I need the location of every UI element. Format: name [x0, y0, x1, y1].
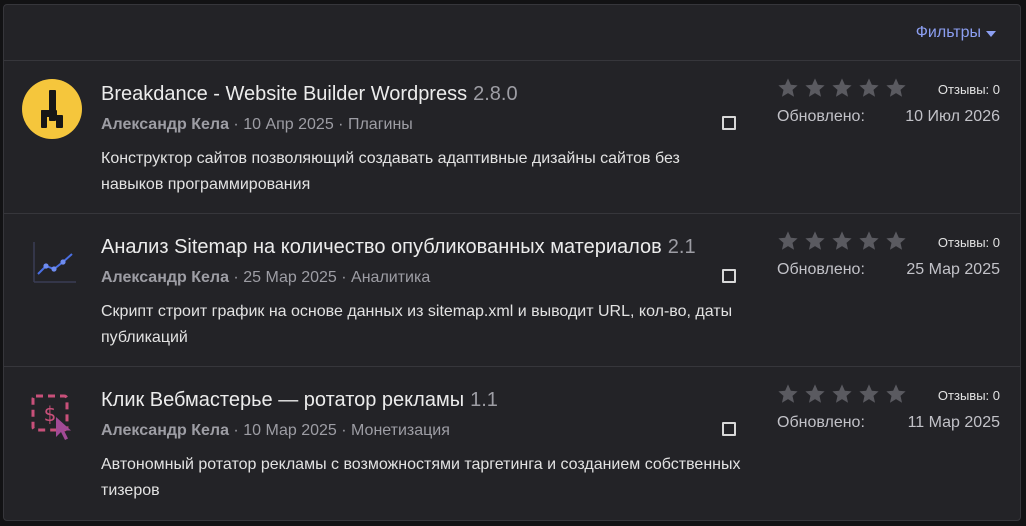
- breakdance-logo-icon[interactable]: [21, 78, 83, 140]
- rating-stars: [777, 230, 907, 252]
- item-version: 1.1: [470, 389, 498, 411]
- reviews-count: Отзывы: 0: [937, 82, 1000, 97]
- list-item: $ Клик Вебмастерье — ротатор рекламы 1.1 …: [4, 367, 1020, 520]
- star-icon: [886, 231, 906, 250]
- item-date: 10 Апр 2025: [243, 116, 334, 133]
- item-author[interactable]: Александр Кела: [101, 422, 229, 439]
- star-icon: [859, 384, 879, 403]
- item-version: 2.8.0: [473, 83, 518, 105]
- updated-date: 25 Мар 2025: [906, 261, 1000, 278]
- star-icon: [886, 78, 906, 97]
- rating-stars: [777, 77, 907, 99]
- star-icon: [778, 384, 798, 403]
- svg-text:$: $: [44, 402, 57, 426]
- filters-dropdown[interactable]: Фильтры: [916, 24, 996, 42]
- file-list-panel: Фильтры Breakdance - Website Builder Wor…: [3, 4, 1021, 521]
- updated-label: Обновлено:: [777, 261, 865, 278]
- item-meta: Александр Кела · 10 Мар 2025 · Монетизац…: [101, 422, 450, 440]
- item-title[interactable]: Анализ Sitemap на количество опубликован…: [101, 236, 696, 259]
- star-icon: [778, 231, 798, 250]
- item-title[interactable]: Breakdance - Website Builder Wordpress 2.…: [101, 83, 518, 106]
- item-category[interactable]: Монетизация: [351, 422, 450, 439]
- star-icon: [859, 231, 879, 250]
- caret-down-icon: [986, 30, 996, 37]
- item-title-text[interactable]: Анализ Sitemap на количество опубликован…: [101, 236, 662, 258]
- select-checkbox[interactable]: [722, 422, 736, 436]
- item-title-text[interactable]: Клик Вебмастерье — ротатор рекламы: [101, 389, 464, 411]
- item-date: 10 Мар 2025: [243, 422, 337, 439]
- select-checkbox[interactable]: [722, 269, 736, 283]
- reviews-count: Отзывы: 0: [937, 388, 1000, 403]
- updated-date: 10 Июл 2026: [905, 108, 1000, 125]
- item-version: 2.1: [667, 236, 696, 258]
- item-author[interactable]: Александр Кела: [101, 116, 229, 133]
- meta-separator: ·: [341, 422, 352, 439]
- item-meta: Александр Кела · 25 Мар 2025 · Аналитика: [101, 269, 430, 287]
- filter-bar: Фильтры: [4, 5, 1020, 61]
- star-icon: [805, 231, 825, 250]
- star-icon: [805, 78, 825, 97]
- item-description: Конструктор сайтов позволяющий создавать…: [101, 150, 680, 193]
- dollar-click-icon[interactable]: $: [21, 384, 83, 446]
- star-icon: [832, 231, 852, 250]
- line-chart-icon[interactable]: [21, 231, 83, 293]
- updated-label: Обновлено:: [777, 414, 865, 431]
- item-meta: Александр Кела · 10 Апр 2025 · Плагины: [101, 116, 413, 134]
- list-item: Breakdance - Website Builder Wordpress 2.…: [4, 61, 1020, 214]
- star-icon: [805, 384, 825, 403]
- meta-separator: ·: [341, 269, 352, 286]
- star-icon: [859, 78, 879, 97]
- rating-stars: [777, 383, 907, 405]
- select-checkbox[interactable]: [722, 116, 736, 130]
- item-category[interactable]: Плагины: [348, 116, 413, 133]
- star-icon: [832, 384, 852, 403]
- meta-separator: ·: [233, 269, 244, 286]
- list-item: Анализ Sitemap на количество опубликован…: [4, 214, 1020, 367]
- reviews-count: Отзывы: 0: [937, 235, 1000, 250]
- meta-separator: ·: [338, 116, 348, 133]
- item-description: Скрипт строит график на основе данных из…: [101, 303, 733, 346]
- item-title[interactable]: Клик Вебмастерье — ротатор рекламы 1.1: [101, 389, 498, 412]
- star-icon: [778, 78, 798, 97]
- star-icon: [832, 78, 852, 97]
- filters-label: Фильтры: [915, 23, 981, 41]
- item-category[interactable]: Аналитика: [351, 269, 430, 286]
- updated-date: 11 Мар 2025: [907, 414, 1000, 431]
- item-description: Автономный ротатор рекламы с возможностя…: [101, 456, 741, 499]
- meta-separator: ·: [233, 116, 244, 133]
- item-date: 25 Мар 2025: [243, 269, 337, 286]
- star-icon: [886, 384, 906, 403]
- updated-label: Обновлено:: [777, 108, 865, 125]
- item-author[interactable]: Александр Кела: [101, 269, 229, 286]
- item-title-text[interactable]: Breakdance - Website Builder Wordpress: [101, 83, 467, 105]
- meta-separator: ·: [233, 422, 244, 439]
